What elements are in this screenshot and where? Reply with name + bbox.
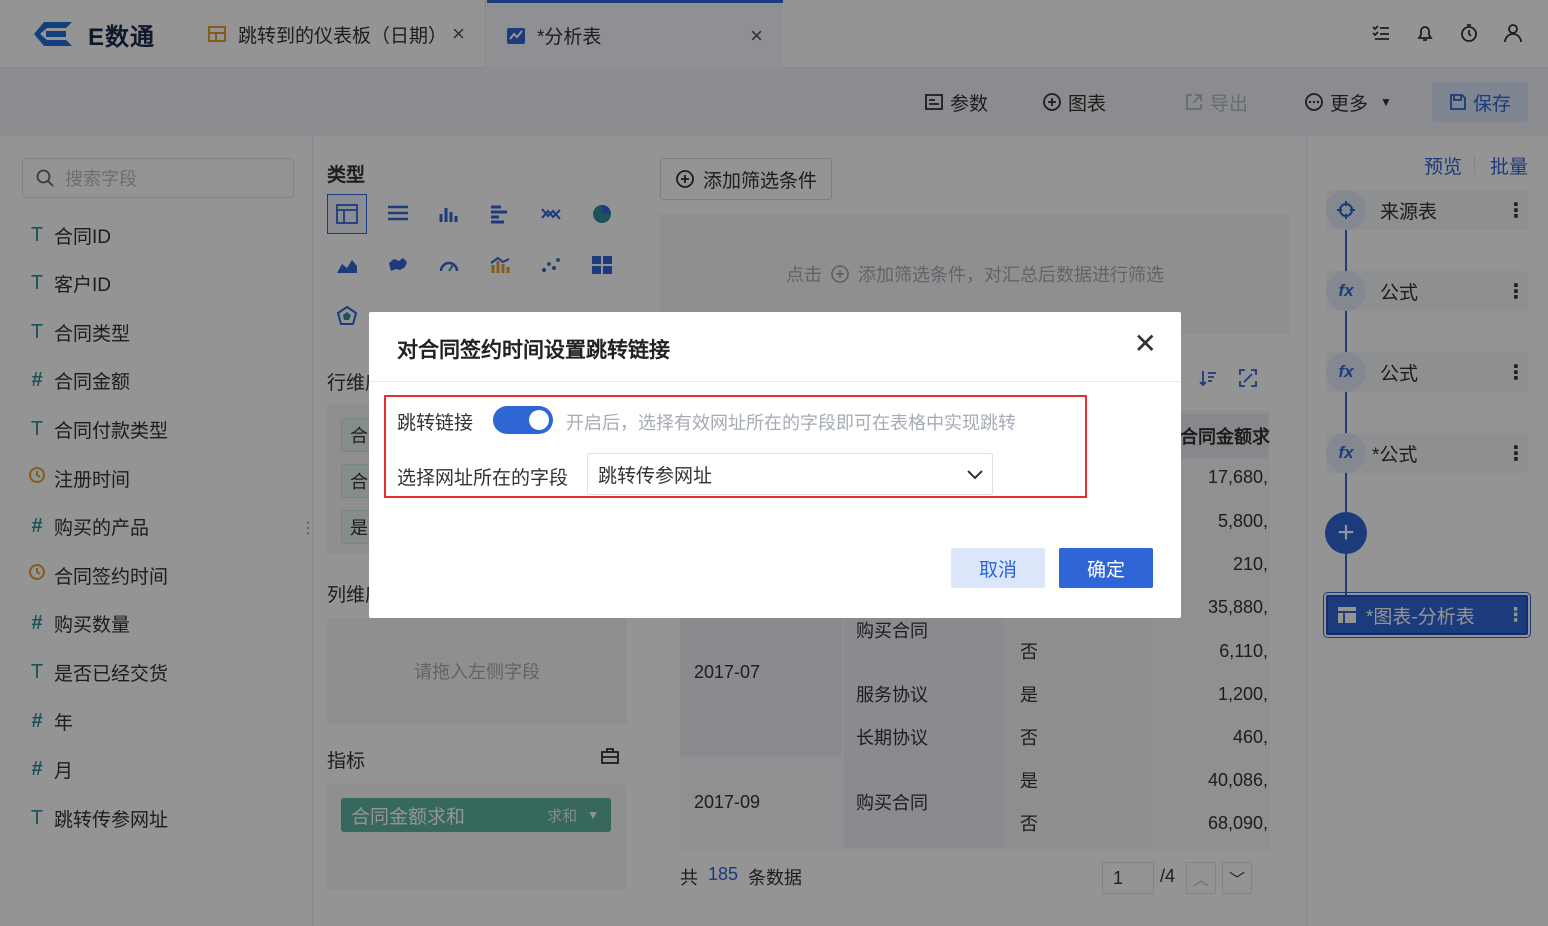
- cancel-button[interactable]: 取消: [951, 548, 1045, 588]
- jump-link-label: 跳转链接: [397, 413, 474, 434]
- jump-link-toggle[interactable]: [493, 406, 553, 434]
- dialog-title: 对合同签约时间设置跳转链接: [397, 339, 670, 362]
- close-icon[interactable]: ✕: [1134, 330, 1157, 358]
- url-field-select[interactable]: 跳转传参网址: [587, 453, 993, 495]
- toggle-hint: 开启后，选择有效网址所在的字段即可在表格中实现跳转: [566, 413, 1016, 433]
- divider: [369, 381, 1181, 382]
- toggle-knob: [529, 410, 549, 430]
- jump-link-dialog: 对合同签约时间设置跳转链接 ✕ 跳转链接 开启后，选择有效网址所在的字段即可在表…: [369, 312, 1181, 618]
- chevron-down-icon: [967, 470, 983, 480]
- ok-button[interactable]: 确定: [1059, 548, 1153, 588]
- url-field-label: 选择网址所在的字段: [397, 468, 569, 489]
